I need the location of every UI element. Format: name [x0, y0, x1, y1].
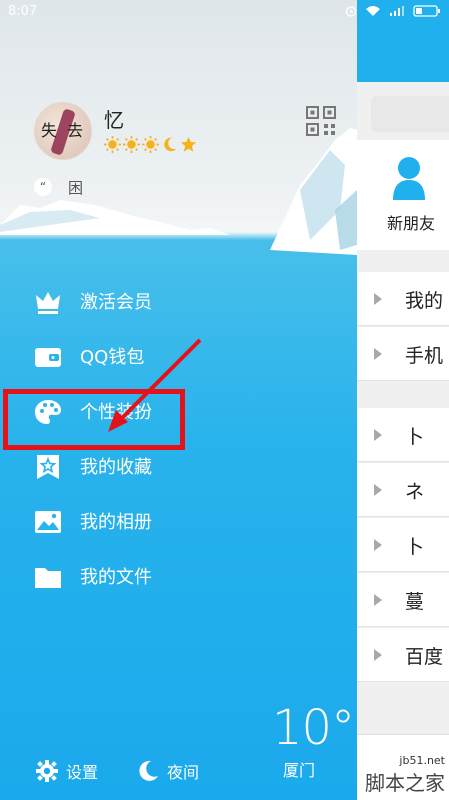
group-label: 我的	[405, 290, 444, 312]
expand-arrow-icon	[374, 594, 382, 606]
expand-arrow-icon	[374, 348, 382, 360]
alarm-icon	[345, 6, 357, 17]
expand-arrow-icon	[374, 539, 382, 551]
contacts-panel: 新朋友 我的 手机 卜 ネ 卜 蔓 百度	[357, 0, 449, 800]
watermark: jb51.net 脚本之家	[365, 754, 445, 796]
new-friend-entry[interactable]: 新朋友	[357, 140, 449, 250]
group-row[interactable]: 百度	[357, 628, 449, 682]
signal-icon	[390, 6, 404, 16]
group-label: 百度	[405, 646, 444, 668]
expand-arrow-icon	[374, 649, 382, 661]
status-bar: 8:07	[0, 0, 449, 26]
watermark-name: 脚本之家	[365, 771, 445, 795]
annotation-highlight-box	[3, 389, 185, 450]
expand-arrow-icon	[374, 429, 382, 441]
search-bar[interactable]	[371, 96, 449, 132]
new-friend-label: 新朋友	[387, 214, 436, 233]
watermark-site: jb51.net	[399, 754, 445, 767]
group-row[interactable]: ネ	[357, 463, 449, 517]
expand-arrow-icon	[374, 293, 382, 305]
group-row[interactable]: 卜	[357, 408, 449, 462]
status-time: 8:07	[8, 4, 38, 19]
group-row[interactable]: 我的	[357, 272, 449, 326]
group-label: 手机	[405, 345, 444, 367]
status-icons	[345, 5, 441, 17]
group-label: 卜	[405, 426, 425, 448]
group-label: ネ	[405, 481, 425, 503]
expand-arrow-icon	[374, 484, 382, 496]
battery-icon	[413, 5, 440, 17]
group-row[interactable]: 手机	[357, 327, 449, 381]
group-row[interactable]: 卜	[357, 518, 449, 572]
wifi-icon	[366, 6, 380, 16]
group-label: 蔓	[405, 591, 425, 613]
group-row[interactable]: 蔓	[357, 573, 449, 627]
group-label: 卜	[405, 536, 425, 558]
person-icon	[393, 157, 425, 200]
